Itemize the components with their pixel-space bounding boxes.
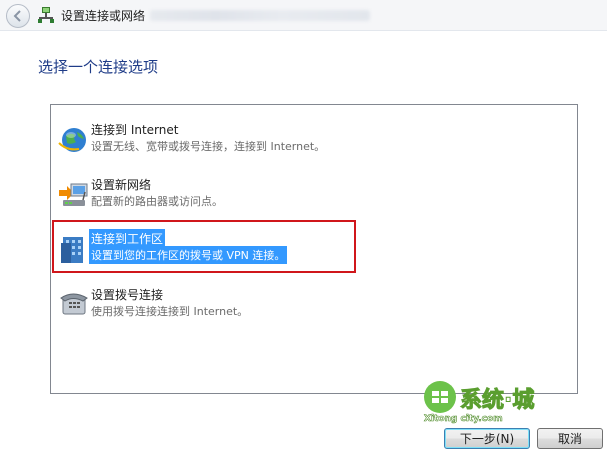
window-title: 设置连接或网络 [61,9,146,23]
internet-globe-icon [58,128,86,152]
title-bar: 设置连接或网络 [0,0,607,30]
option-dialup[interactable]: 设置拨号连接 使用拨号连接连接到 Internet。 [51,282,577,326]
network-setup-icon [38,7,54,23]
option-description: 设置无线、宽带或拨号连接，连接到 Internet。 [91,140,326,153]
xitongcity-watermark-logo: 系统·城 Xitong city.com [424,381,535,424]
title-separator [0,30,607,31]
blurred-area [150,10,370,21]
highlight-annotation-box [52,220,356,273]
option-connect-internet[interactable]: 连接到 Internet 设置无线、宽带或拨号连接，连接到 Internet。 [51,117,577,161]
option-title: 设置新网络 [91,178,152,192]
cancel-button[interactable]: 取消 [537,428,603,449]
option-description: 使用拨号连接连接到 Internet。 [91,305,249,318]
svg-text:系统·城: 系统·城 [460,387,534,413]
back-button[interactable] [6,4,30,28]
option-description: 配置新的路由器或访问点。 [91,195,223,208]
dialup-phone-icon [60,293,88,315]
page-title: 选择一个连接选项 [38,58,159,76]
back-arrow-icon [13,10,21,22]
option-new-network[interactable]: 设置新网络 配置新的路由器或访问点。 [51,172,577,216]
next-button[interactable]: 下一步(N) [444,428,530,449]
new-network-icon [59,183,88,206]
svg-text:Xitong city.com: Xitong city.com [424,414,503,424]
option-title: 设置拨号连接 [91,288,164,302]
option-title: 连接到 Internet [91,123,179,137]
